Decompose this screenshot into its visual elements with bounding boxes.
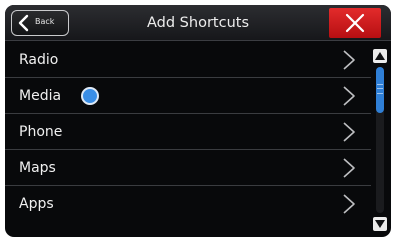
header-bar: Back Add Shortcuts bbox=[5, 5, 391, 41]
chevron-right-icon bbox=[343, 158, 355, 178]
list-item-radio[interactable]: Radio bbox=[5, 42, 371, 78]
chevron-right-icon bbox=[343, 86, 355, 106]
back-button[interactable]: Back bbox=[11, 10, 69, 36]
scroll-up-button[interactable] bbox=[373, 49, 387, 63]
scroll-down-button[interactable] bbox=[373, 217, 387, 231]
list-item-maps[interactable]: Maps bbox=[5, 150, 371, 186]
shortcut-list: Radio Media Phone Maps Apps bbox=[5, 42, 371, 222]
list-item-media[interactable]: Media bbox=[5, 78, 371, 114]
scrollbar-track[interactable] bbox=[376, 67, 384, 213]
chevron-left-icon bbox=[18, 14, 29, 32]
chevron-right-icon bbox=[343, 194, 355, 214]
triangle-down-icon bbox=[375, 220, 385, 228]
close-x-icon bbox=[345, 13, 365, 33]
list-item-phone[interactable]: Phone bbox=[5, 114, 371, 150]
list-item-label: Maps bbox=[19, 160, 56, 176]
grip-lines bbox=[377, 84, 383, 94]
list-item-label: Radio bbox=[19, 52, 59, 68]
list-item-label: Apps bbox=[19, 196, 54, 212]
shortcuts-screen: Back Add Shortcuts Radio Media Phone Map… bbox=[5, 5, 391, 237]
close-button[interactable] bbox=[329, 8, 381, 38]
scrollbar-thumb[interactable] bbox=[376, 67, 384, 113]
page-title: Add Shortcuts bbox=[147, 15, 249, 31]
list-item-label: Phone bbox=[19, 124, 63, 140]
triangle-up-icon bbox=[375, 52, 385, 60]
selected-indicator-dot bbox=[81, 87, 99, 105]
back-label: Back bbox=[35, 17, 55, 26]
list-item-apps[interactable]: Apps bbox=[5, 186, 371, 222]
chevron-right-icon bbox=[343, 122, 355, 142]
chevron-right-icon bbox=[343, 50, 355, 70]
list-item-label: Media bbox=[19, 88, 62, 104]
